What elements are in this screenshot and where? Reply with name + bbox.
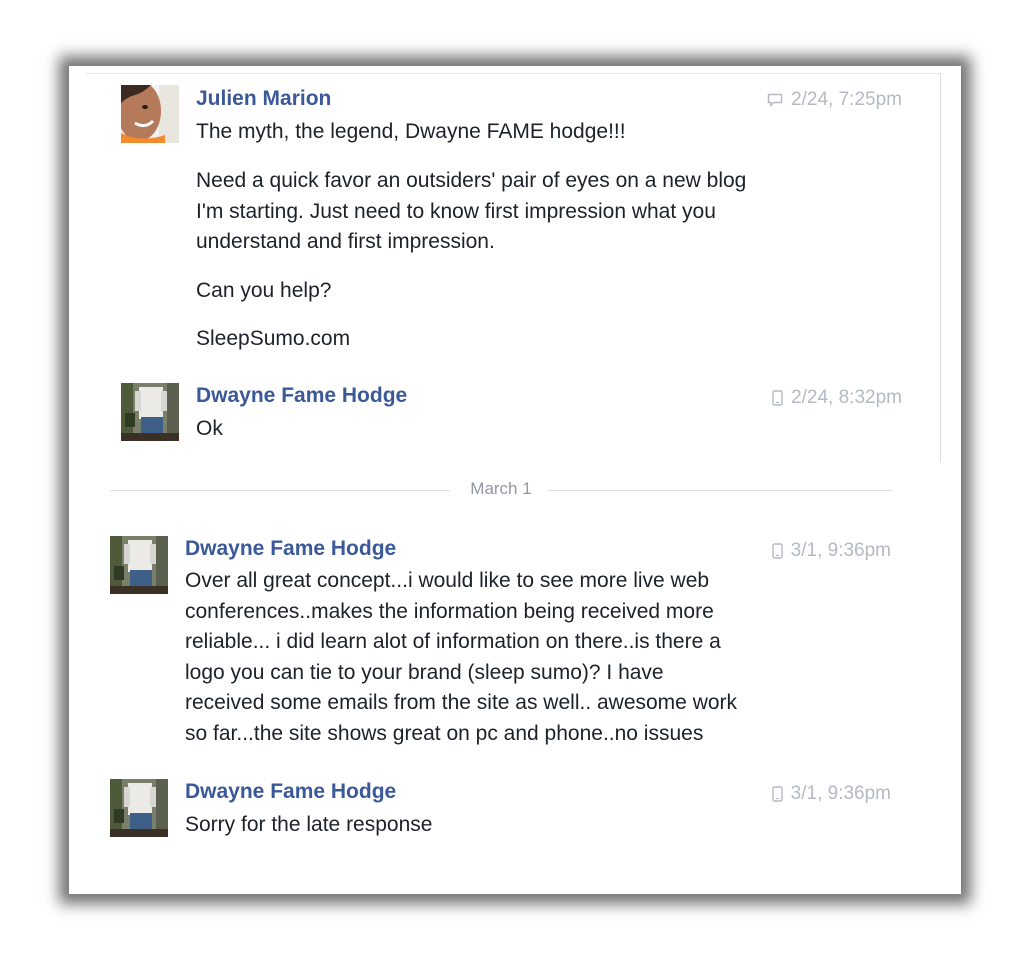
message-timestamp: 2/24, 8:32pm: [772, 386, 902, 410]
avatar-dwayne-fame-hodge[interactable]: [110, 779, 168, 837]
chat-bubble-icon: [767, 93, 783, 107]
avatar-photo: [110, 536, 168, 594]
message-text: Can you help?: [196, 279, 332, 302]
message-timestamp: 3/1, 9:36pm: [771, 539, 891, 563]
date-divider-label: March 1: [110, 478, 892, 500]
message-text: The myth, the legend, Dwayne FAME hodge!…: [196, 120, 626, 143]
avatar-photo: [121, 85, 179, 143]
message-timestamp: 2/24, 7:25pm: [767, 88, 902, 112]
mobile-phone-icon: [771, 543, 783, 559]
date-divider: March 1: [110, 478, 892, 500]
timestamp-text: 2/24, 7:25pm: [791, 89, 902, 110]
message-text: Ok: [196, 417, 223, 440]
message-text: Over all great concept...i would like to…: [185, 569, 738, 745]
avatar-photo: [110, 779, 168, 837]
avatar-dwayne-fame-hodge[interactable]: [121, 383, 179, 441]
timestamp-text: 3/1, 9:36pm: [790, 540, 891, 561]
avatar-photo: [121, 383, 179, 441]
sender-name[interactable]: Dwayne Fame Hodge: [196, 383, 407, 409]
message-text: Sorry for the late response: [185, 813, 433, 836]
sender-name[interactable]: Julien Marion: [196, 86, 331, 112]
thread-top-border: [86, 73, 940, 74]
message-link-text[interactable]: SleepSumo.com: [196, 324, 350, 355]
timestamp-text: 3/1, 9:36pm: [790, 783, 891, 804]
timestamp-text: 2/24, 8:32pm: [791, 387, 902, 408]
message-timestamp: 3/1, 9:36pm: [771, 782, 891, 806]
mobile-phone-icon: [772, 390, 783, 406]
avatar-julien-marion[interactable]: [121, 85, 179, 143]
sender-name[interactable]: Dwayne Fame Hodge: [185, 536, 396, 562]
message-text: Need a quick favor an outsiders' pair of…: [196, 169, 747, 253]
mobile-phone-icon: [771, 786, 783, 802]
avatar-dwayne-fame-hodge[interactable]: [110, 536, 168, 594]
scrollbar-track[interactable]: [940, 73, 941, 462]
sender-name[interactable]: Dwayne Fame Hodge: [185, 779, 396, 805]
